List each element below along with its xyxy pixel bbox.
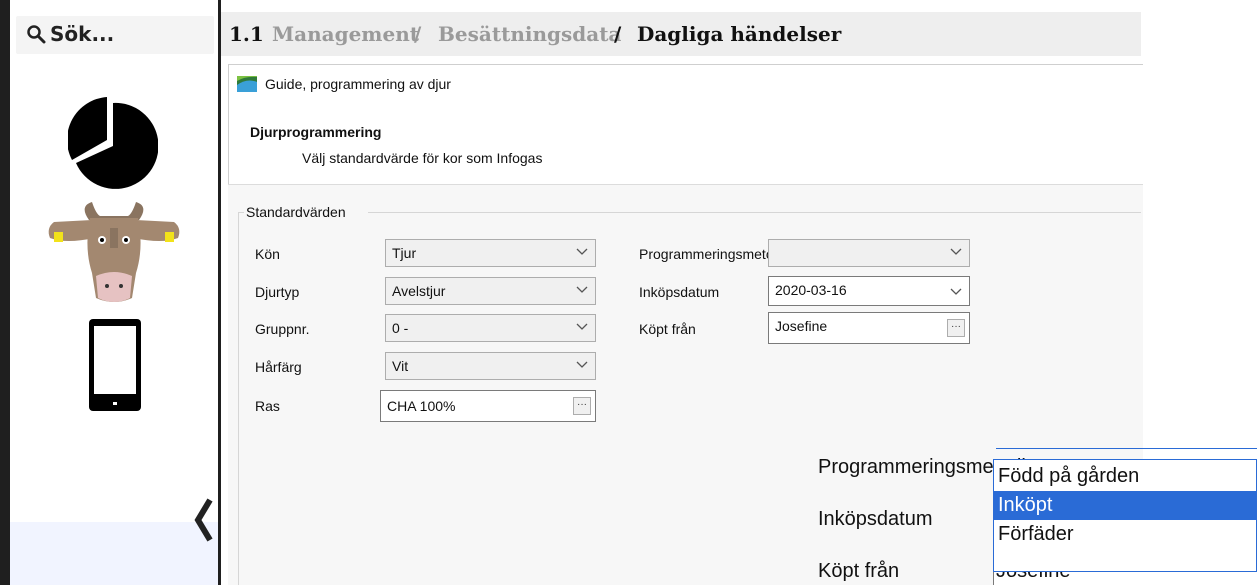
groupbox-title: Standardvärden [246, 204, 346, 220]
gruppnr-select[interactable]: 0 - [385, 314, 596, 342]
gruppnr-value: 0 - [392, 320, 409, 336]
wizard-title: Djurprogrammering [250, 124, 382, 140]
breadcrumb-separator: / [414, 22, 422, 46]
groupbox-border [238, 212, 239, 585]
sidebar-footer [10, 522, 218, 585]
kopt-fran-browse-button[interactable]: ··· [947, 319, 965, 337]
chevron-down-icon [576, 323, 588, 330]
wizard-subtitle: Välj standardvärde för kor som Infogas [302, 150, 543, 166]
chevron-down-icon [576, 286, 588, 293]
zoom-kopt-fran-field-edge: Josefine [993, 572, 1257, 585]
search-icon[interactable] [26, 24, 46, 44]
window-edge [0, 0, 10, 585]
breadcrumb-current: Dagliga händelser [637, 22, 842, 46]
cow-icon[interactable] [44, 198, 184, 308]
label-inkopsdatum: Inköpsdatum [639, 284, 720, 300]
djurtyp-select[interactable]: Avelstjur [385, 277, 596, 305]
label-kon: Kön [255, 246, 280, 262]
harfarg-select[interactable]: Vit [385, 352, 596, 380]
inkopsdatum-value: 2020-03-16 [775, 282, 847, 298]
zoom-label-inkopsdatum: Inköpsdatum [818, 508, 933, 530]
kopt-fran-field[interactable]: Josefine [768, 312, 970, 344]
mobile-phone-icon[interactable] [88, 318, 142, 412]
inkopsdatum-picker[interactable]: 2020-03-16 [768, 276, 970, 306]
ras-value: CHA 100% [387, 398, 456, 414]
window-app-icon [237, 76, 257, 92]
breadcrumb-besattningsdata[interactable]: Besättningsdata [438, 22, 621, 46]
label-djurtyp: Djurtyp [255, 284, 300, 300]
programmeringsmetod-select[interactable] [768, 239, 970, 267]
groupbox-border [368, 212, 1141, 213]
breadcrumb-number: 1.1 [229, 22, 264, 46]
label-harfarg: Hårfärg [255, 359, 302, 375]
dropdown-option-forfader[interactable]: Förfäder [994, 520, 1256, 549]
breadcrumb-separator: / [614, 22, 622, 46]
label-gruppnr: Gruppnr. [255, 321, 310, 337]
programmeringsmetod-dropdown-list: Född på gården Inköpt Förfäder [993, 459, 1257, 572]
zoom-kopt-fran-value: Josefine [996, 572, 1071, 583]
sidebar-divider [218, 0, 221, 585]
window-title: Guide, programmering av djur [265, 76, 451, 92]
dropdown-option-inkopt[interactable]: Inköpt [994, 491, 1256, 520]
chevron-left-icon[interactable] [194, 496, 214, 544]
zoom-inset-field-border [996, 448, 1257, 449]
search-input[interactable]: Sök... [50, 22, 114, 46]
harfarg-value: Vit [392, 358, 409, 374]
kon-select[interactable]: Tjur [385, 239, 596, 267]
kopt-fran-value: Josefine [775, 318, 828, 334]
chevron-down-icon [950, 288, 962, 295]
pie-chart-icon[interactable] [68, 94, 158, 190]
chevron-down-icon [576, 361, 588, 368]
zoom-label-kopt-fran: Köpt från [818, 560, 900, 582]
chevron-down-icon [950, 248, 962, 255]
label-ras: Ras [255, 398, 280, 414]
breadcrumb-management[interactable]: Management [272, 22, 419, 46]
dropdown-option-fodd-pa-garden[interactable]: Född på gården [994, 462, 1256, 491]
ras-field[interactable]: CHA 100% [380, 390, 596, 422]
ras-browse-button[interactable]: ··· [573, 397, 591, 415]
chevron-down-icon [576, 248, 588, 255]
djurtyp-value: Avelstjur [392, 283, 446, 299]
kon-value: Tjur [392, 245, 417, 261]
label-kopt-fran: Köpt från [639, 321, 696, 337]
